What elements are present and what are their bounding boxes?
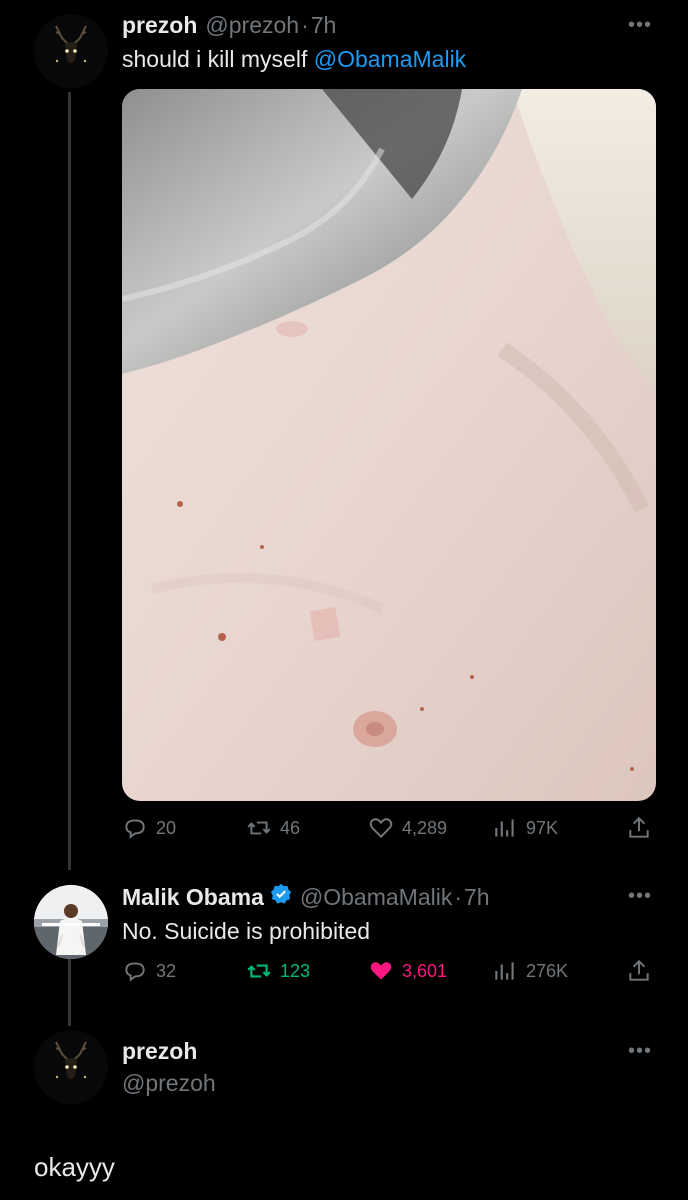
- more-icon[interactable]: •••: [628, 14, 652, 37]
- avatar-prezoh[interactable]: [34, 14, 108, 88]
- timestamp[interactable]: 7h: [311, 12, 337, 39]
- views-icon: [495, 819, 514, 837]
- heart-icon: [370, 962, 392, 980]
- reply-button[interactable]: 20: [122, 815, 176, 841]
- tweet-header-handle: @prezoh: [122, 1070, 216, 1097]
- views-button[interactable]: 97K: [492, 815, 558, 841]
- author-name[interactable]: prezoh: [122, 12, 197, 39]
- thread-line: [68, 92, 71, 870]
- reply-count: 32: [156, 960, 177, 981]
- more-icon[interactable]: •••: [628, 1040, 652, 1063]
- retweet-button[interactable]: 46: [246, 815, 300, 841]
- reply-icon: [125, 962, 145, 982]
- tweet-header: Malik Obama @ObamaMalik · 7h: [122, 883, 490, 911]
- retweet-icon: [247, 964, 271, 978]
- author-handle[interactable]: @ObamaMalik: [300, 884, 452, 911]
- like-button[interactable]: 4,289: [368, 815, 447, 841]
- tweet-text-body: should i kill myself: [122, 46, 314, 72]
- tweet-text: should i kill myself @ObamaMalik: [122, 46, 466, 73]
- tweet-text: No. Suicide is prohibited: [122, 918, 371, 944]
- retweet-button[interactable]: 123: [246, 958, 310, 984]
- views-button[interactable]: 276K: [492, 958, 568, 984]
- tweet-media-image[interactable]: [122, 89, 656, 801]
- tweet-header: prezoh @prezoh · 7h: [122, 12, 336, 39]
- separator-dot: ·: [454, 884, 463, 910]
- retweet-count: 123: [280, 960, 311, 981]
- tweet-header: prezoh: [122, 1038, 197, 1065]
- share-button[interactable]: [626, 815, 652, 841]
- author-name[interactable]: prezoh: [122, 1038, 197, 1065]
- like-count: 3,601: [402, 960, 448, 981]
- tweet-actions: 32 123 3,601 276K: [122, 958, 656, 988]
- views-icon: [495, 962, 514, 980]
- verified-badge-icon: [270, 883, 291, 904]
- reply-button[interactable]: 32: [122, 958, 176, 984]
- timestamp[interactable]: 7h: [464, 884, 490, 911]
- share-icon: [629, 959, 649, 981]
- mention-link[interactable]: @ObamaMalik: [314, 46, 466, 72]
- share-button[interactable]: [626, 958, 652, 984]
- views-count: 276K: [526, 960, 569, 981]
- views-count: 97K: [526, 817, 559, 838]
- author-handle[interactable]: @prezoh: [122, 1070, 216, 1097]
- retweet-icon: [247, 821, 271, 835]
- author-handle[interactable]: @prezoh: [205, 12, 299, 39]
- like-count: 4,289: [402, 817, 448, 838]
- retweet-count: 46: [280, 817, 301, 838]
- tweet-actions: 20 46 4,289 97K: [122, 815, 656, 845]
- more-icon[interactable]: •••: [628, 885, 652, 908]
- avatar-malik-obama[interactable]: [34, 885, 108, 959]
- tweet-text: okayyy: [34, 1152, 115, 1182]
- reply-count: 20: [156, 817, 177, 838]
- separator-dot: ·: [301, 12, 309, 38]
- like-button[interactable]: 3,601: [368, 958, 447, 984]
- author-name[interactable]: Malik Obama: [122, 884, 264, 911]
- share-icon: [629, 816, 649, 838]
- reply-icon: [125, 819, 145, 839]
- heart-icon: [369, 818, 393, 839]
- avatar-prezoh[interactable]: [34, 1030, 108, 1104]
